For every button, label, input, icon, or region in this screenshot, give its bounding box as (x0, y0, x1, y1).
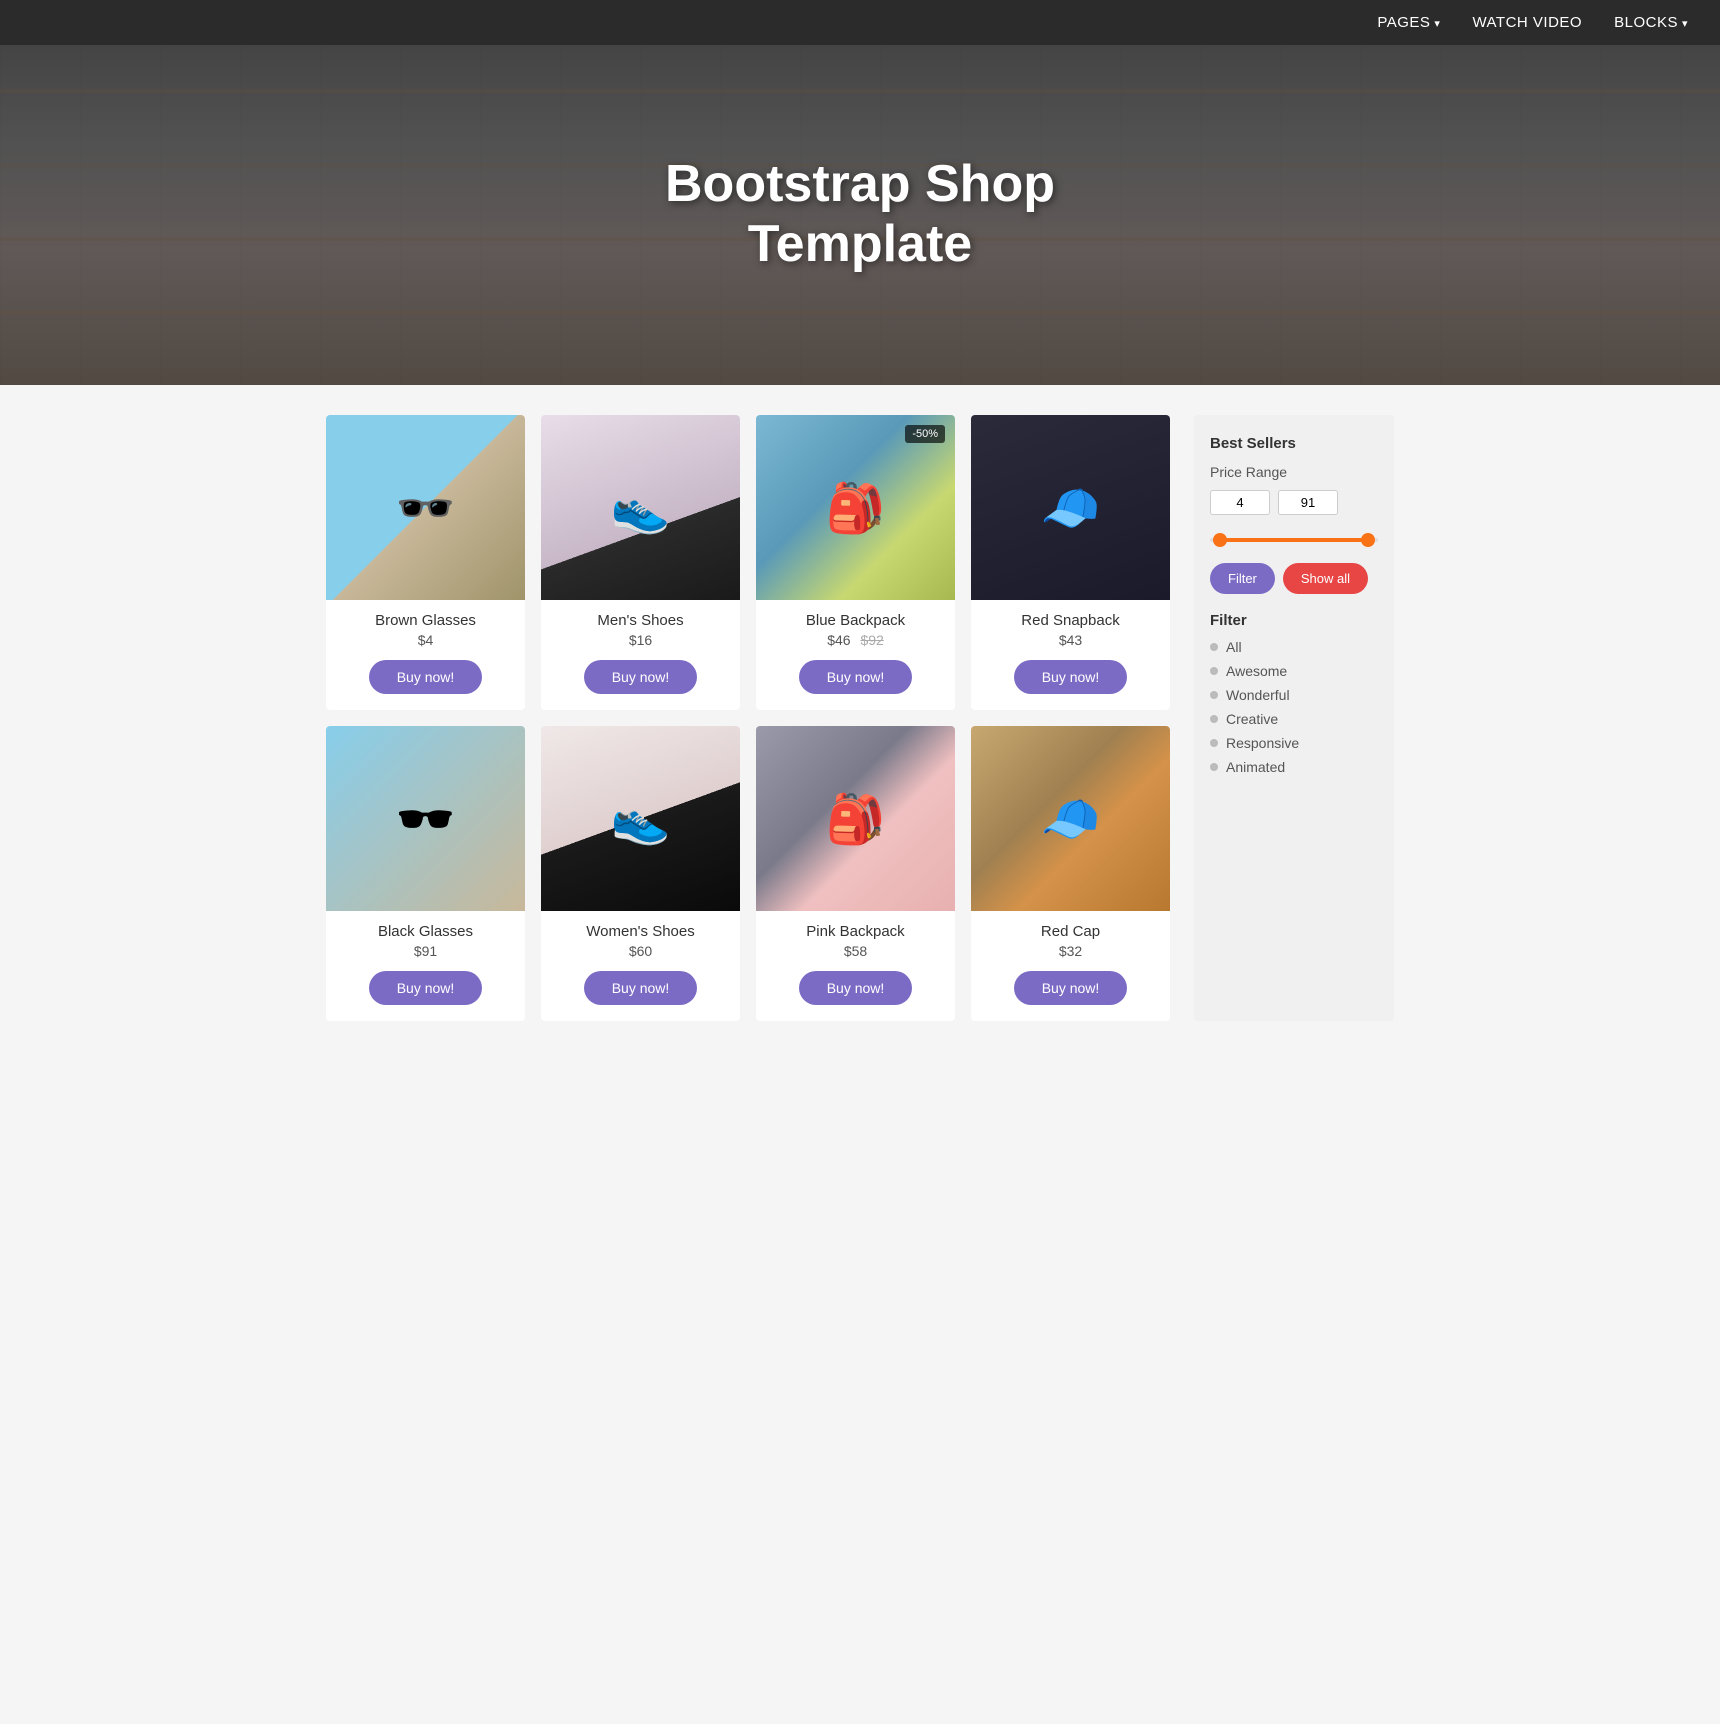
product-price: $58 (844, 943, 867, 959)
pages-caret-icon: ▾ (1434, 18, 1440, 30)
nav-blocks[interactable]: BLOCKS▾ (1614, 14, 1688, 31)
product-card-black-glasses: Black Glasses $91 Buy now! (326, 726, 525, 1021)
buy-button-red-snapback[interactable]: Buy now! (1014, 660, 1128, 694)
product-name: Men's Shoes (597, 612, 683, 629)
product-card-red-cap: Red Cap $32 Buy now! (971, 726, 1170, 1021)
filter-dot (1210, 715, 1218, 723)
filter-item-wonderful[interactable]: Wonderful (1210, 687, 1378, 703)
product-price: $60 (629, 943, 652, 959)
buy-button-red-cap[interactable]: Buy now! (1014, 971, 1128, 1005)
hero-title: Bootstrap Shop Template (665, 155, 1055, 275)
product-card-blue-backpack: -50% Blue Backpack $46 $92 Buy now! (756, 415, 955, 710)
product-name: Blue Backpack (806, 612, 905, 629)
nav-watch-video[interactable]: WATCH VIDEO (1472, 14, 1582, 31)
price-max-input[interactable] (1278, 490, 1338, 515)
product-image-red-cap (971, 726, 1170, 911)
range-thumb-left[interactable] (1213, 533, 1227, 547)
nav-pages[interactable]: PAGES▾ (1377, 14, 1440, 31)
product-card-brown-glasses: Brown Glasses $4 Buy now! (326, 415, 525, 710)
product-image-wrapper (326, 415, 525, 600)
buy-button-brown-glasses[interactable]: Buy now! (369, 660, 483, 694)
product-image-wrapper (971, 415, 1170, 600)
product-price: $32 (1059, 943, 1082, 959)
filter-label: All (1226, 639, 1242, 655)
filter-label: Responsive (1226, 735, 1299, 751)
filter-section-title: Filter (1210, 612, 1378, 629)
price-range-label: Price Range (1210, 464, 1378, 480)
filter-label: Awesome (1226, 663, 1287, 679)
product-name: Pink Backpack (806, 923, 904, 940)
filter-label: Animated (1226, 759, 1285, 775)
product-card-red-snapback: Red Snapback $43 Buy now! (971, 415, 1170, 710)
product-name: Brown Glasses (375, 612, 476, 629)
sidebar-action-buttons: Filter Show all (1210, 563, 1378, 594)
product-image-red-snapback (971, 415, 1170, 600)
product-name: Women's Shoes (586, 923, 694, 940)
product-image-black-glasses (326, 726, 525, 911)
product-image-mens-shoes (541, 415, 740, 600)
product-card-womens-shoes: Women's Shoes $60 Buy now! (541, 726, 740, 1021)
product-image-wrapper (756, 726, 955, 911)
filter-item-awesome[interactable]: Awesome (1210, 663, 1378, 679)
product-image-womens-shoes (541, 726, 740, 911)
filter-dot (1210, 667, 1218, 675)
price-range-inputs (1210, 490, 1378, 515)
discount-badge: -50% (905, 425, 945, 443)
blocks-caret-icon: ▾ (1682, 18, 1688, 30)
filter-item-animated[interactable]: Animated (1210, 759, 1378, 775)
product-price: $4 (418, 632, 434, 648)
product-image-wrapper: -50% (756, 415, 955, 600)
filter-button[interactable]: Filter (1210, 563, 1275, 594)
buy-button-pink-backpack[interactable]: Buy now! (799, 971, 913, 1005)
product-price: $46 $92 (827, 632, 884, 648)
buy-button-black-glasses[interactable]: Buy now! (369, 971, 483, 1005)
product-image-wrapper (326, 726, 525, 911)
product-price: $43 (1059, 632, 1082, 648)
price-min-input[interactable] (1210, 490, 1270, 515)
hero-banner: Bootstrap Shop Template (0, 45, 1720, 385)
product-image-wrapper (541, 415, 740, 600)
product-name: Red Snapback (1021, 612, 1119, 629)
product-grid: Brown Glasses $4 Buy now! Men's Shoes $1… (326, 415, 1170, 1021)
filter-label: Creative (1226, 711, 1278, 727)
navbar: PAGES▾ WATCH VIDEO BLOCKS▾ (0, 0, 1720, 45)
filter-dot (1210, 739, 1218, 747)
filter-dot (1210, 763, 1218, 771)
product-image-wrapper (541, 726, 740, 911)
filter-dot (1210, 691, 1218, 699)
product-card-pink-backpack: Pink Backpack $58 Buy now! (756, 726, 955, 1021)
product-image-brown-glasses (326, 415, 525, 600)
filter-item-responsive[interactable]: Responsive (1210, 735, 1378, 751)
product-card-mens-shoes: Men's Shoes $16 Buy now! (541, 415, 740, 710)
filter-list: All Awesome Wonderful Creative Responsiv… (1210, 639, 1378, 775)
product-image-pink-backpack (756, 726, 955, 911)
range-fill (1217, 538, 1372, 542)
show-all-button[interactable]: Show all (1283, 563, 1368, 594)
price-range-slider[interactable] (1210, 529, 1378, 549)
buy-button-blue-backpack[interactable]: Buy now! (799, 660, 913, 694)
product-name: Black Glasses (378, 923, 473, 940)
filter-dot (1210, 643, 1218, 651)
main-layout: Brown Glasses $4 Buy now! Men's Shoes $1… (310, 385, 1410, 1051)
price-current: $46 (827, 632, 850, 648)
product-image-wrapper (971, 726, 1170, 911)
filter-item-all[interactable]: All (1210, 639, 1378, 655)
filter-label: Wonderful (1226, 687, 1290, 703)
price-original: $92 (860, 632, 883, 648)
product-name: Red Cap (1041, 923, 1100, 940)
product-price: $16 (629, 632, 652, 648)
buy-button-womens-shoes[interactable]: Buy now! (584, 971, 698, 1005)
best-sellers-title: Best Sellers (1210, 435, 1378, 452)
sidebar: Best Sellers Price Range Filter Show all… (1194, 415, 1394, 1021)
product-price: $91 (414, 943, 437, 959)
range-thumb-right[interactable] (1361, 533, 1375, 547)
buy-button-mens-shoes[interactable]: Buy now! (584, 660, 698, 694)
filter-item-creative[interactable]: Creative (1210, 711, 1378, 727)
